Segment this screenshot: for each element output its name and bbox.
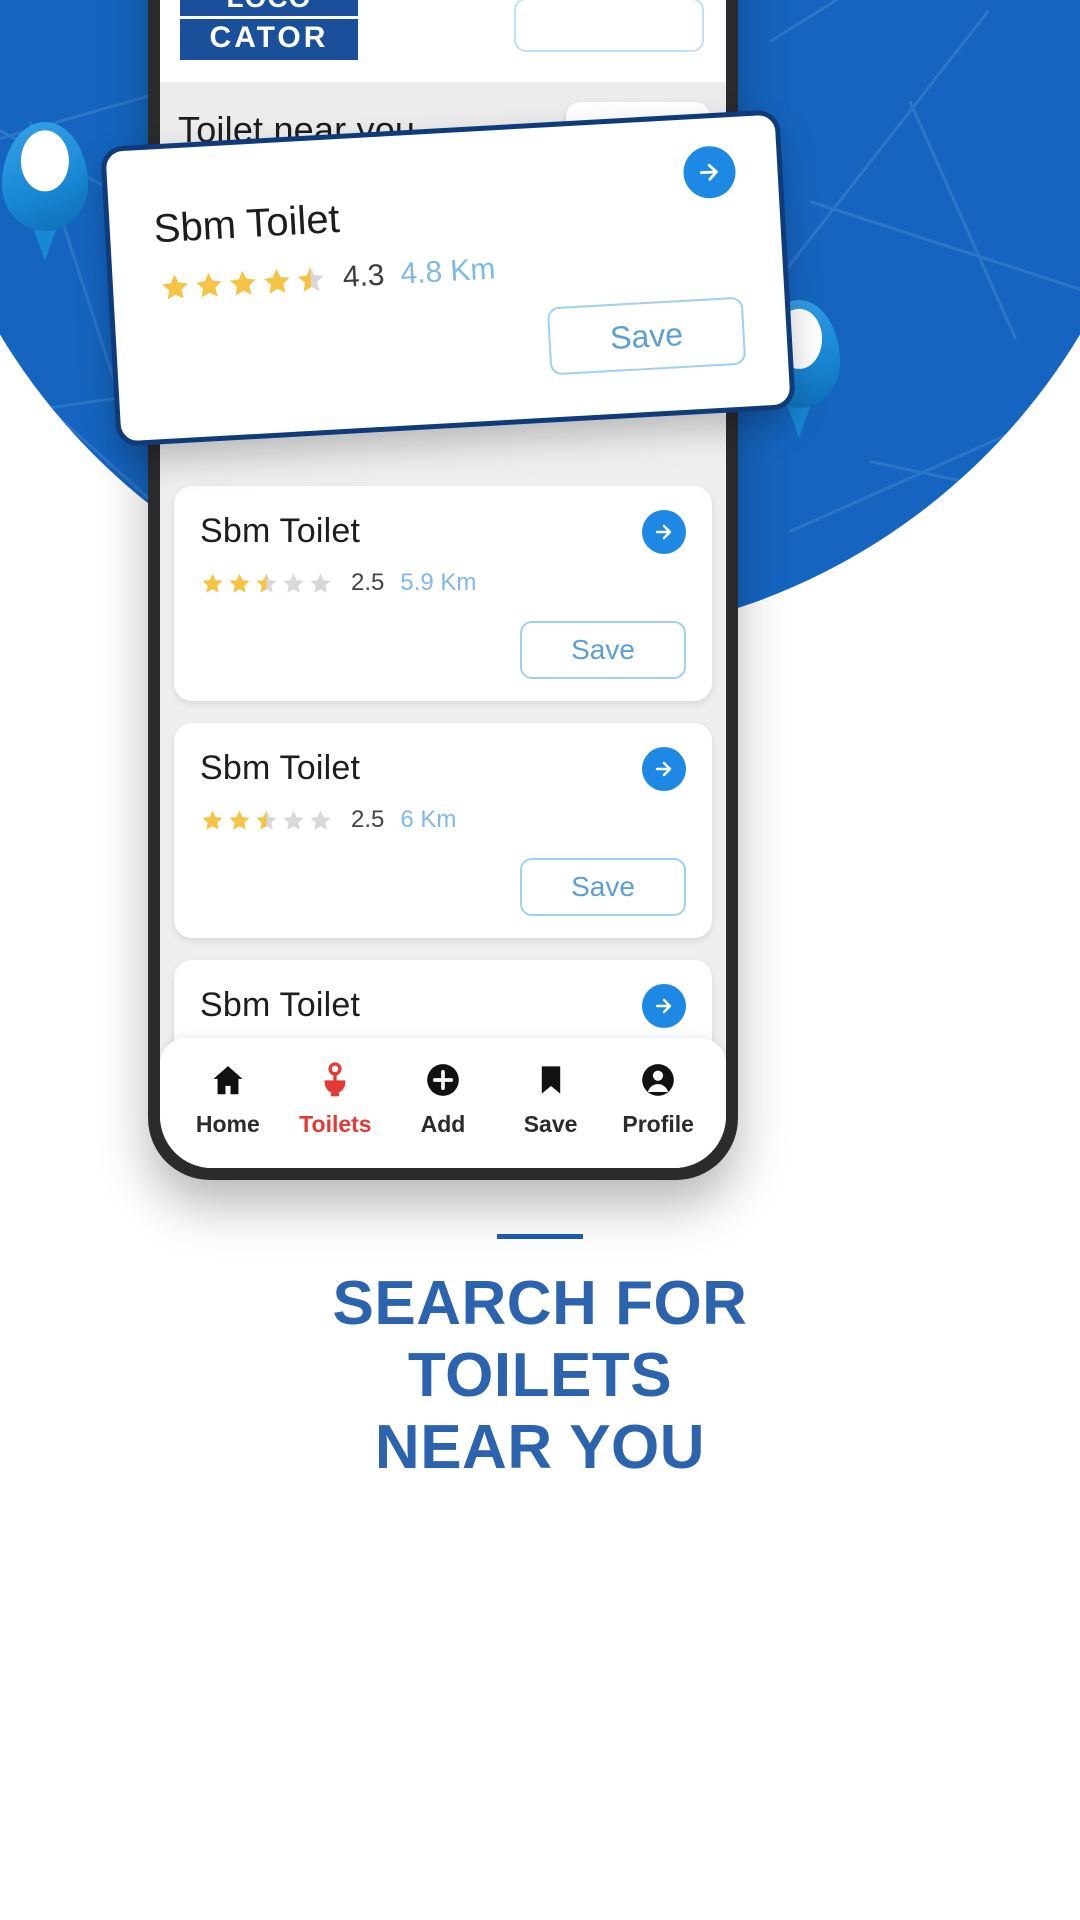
star-icon	[196, 272, 222, 298]
app-header: LOCO CATOR	[160, 0, 726, 82]
open-detail-button[interactable]	[682, 144, 737, 200]
star-icon	[162, 274, 188, 300]
star-rating	[200, 808, 333, 833]
divider	[497, 1234, 583, 1239]
arrow-right-icon	[699, 163, 718, 181]
distance-value: 4.8 Km	[399, 252, 497, 291]
app-logo-top: LOCO	[180, 0, 358, 16]
save-button[interactable]: Save	[520, 621, 686, 679]
star-icon	[283, 810, 304, 830]
bookmark-icon	[534, 1059, 568, 1101]
toilet-name: Sbm Toilet	[200, 512, 361, 550]
map-pin-icon	[2, 122, 88, 262]
open-detail-button[interactable]	[642, 747, 686, 791]
headline-line-3: NEAR YOU	[374, 1412, 706, 1482]
star-icon	[229, 810, 250, 830]
rating-value: 4.3	[341, 258, 386, 294]
header-search-pill[interactable]	[514, 0, 704, 52]
nav-item-add[interactable]: Add	[389, 1059, 497, 1138]
person-icon	[639, 1059, 677, 1101]
app-logo: LOCO CATOR	[180, 0, 358, 60]
distance-value: 5.9 Km	[400, 569, 477, 596]
toilet-name: Sbm Toilet	[200, 749, 361, 787]
rating-row: 4.3 4.8 Km	[158, 252, 496, 305]
rating-value: 2.5	[351, 806, 385, 833]
pin-hole	[20, 130, 70, 192]
nav-label: Profile	[622, 1110, 694, 1137]
open-detail-button[interactable]	[642, 984, 686, 1028]
star-icon	[297, 266, 324, 292]
app-logo-bottom: CATOR	[180, 16, 358, 60]
pin-body	[2, 122, 88, 232]
star-icon	[283, 573, 304, 593]
rating-row: 2.5 5.9 Km	[200, 569, 686, 597]
featured-toilet-card[interactable]: Sbm Toilet 4.3 4.8 Km Save	[100, 109, 796, 447]
toilet-name: Sbm Toilet	[200, 986, 361, 1024]
rating-value: 2.5	[351, 569, 385, 596]
nav-item-profile[interactable]: Profile	[604, 1059, 712, 1138]
nav-label: Add	[420, 1110, 466, 1137]
nav-label: Home	[195, 1110, 260, 1137]
toilet-icon	[316, 1059, 354, 1101]
nav-label: Save	[523, 1110, 578, 1137]
bottom-navigation: Home Toilets Add Save Profile	[160, 1038, 726, 1168]
save-button[interactable]: Save	[520, 858, 686, 916]
star-icon	[230, 270, 256, 296]
nav-item-save[interactable]: Save	[497, 1059, 605, 1138]
toilet-card[interactable]: Sbm Toilet 2.5 6 Km Save	[174, 723, 712, 938]
nav-item-toilets[interactable]: Toilets	[282, 1059, 390, 1138]
headline-line-1: SEARCH FOR	[332, 1269, 748, 1338]
arrow-right-icon	[655, 524, 672, 540]
toilet-card[interactable]: Sbm Toilet 2.5 5.9 Km Save	[174, 486, 712, 701]
star-icon	[202, 573, 223, 593]
star-icon	[310, 573, 331, 593]
plus-circle-icon	[424, 1059, 462, 1101]
toilet-name: Sbm Toilet	[152, 196, 341, 252]
marketing-headline: SEARCH FOR TOILETS NEAR YOU	[0, 1268, 1080, 1484]
star-icon	[263, 268, 290, 294]
rating-row: 2.5 6 Km	[200, 806, 686, 834]
star-icon	[310, 810, 331, 830]
arrow-right-icon	[655, 761, 672, 777]
star-icon	[256, 810, 277, 830]
arrow-right-icon	[655, 998, 672, 1014]
star-icon	[229, 573, 250, 593]
star-icon	[256, 573, 277, 593]
star-rating	[200, 571, 333, 596]
save-button[interactable]: Save	[546, 296, 747, 376]
headline-line-2: TOILETS	[407, 1340, 673, 1410]
star-rating	[158, 263, 328, 304]
home-icon	[209, 1059, 247, 1101]
star-icon	[202, 810, 223, 830]
nav-item-home[interactable]: Home	[174, 1059, 282, 1138]
nav-label: Toilets	[299, 1110, 372, 1137]
open-detail-button[interactable]	[642, 510, 686, 554]
distance-value: 6 Km	[400, 806, 457, 833]
